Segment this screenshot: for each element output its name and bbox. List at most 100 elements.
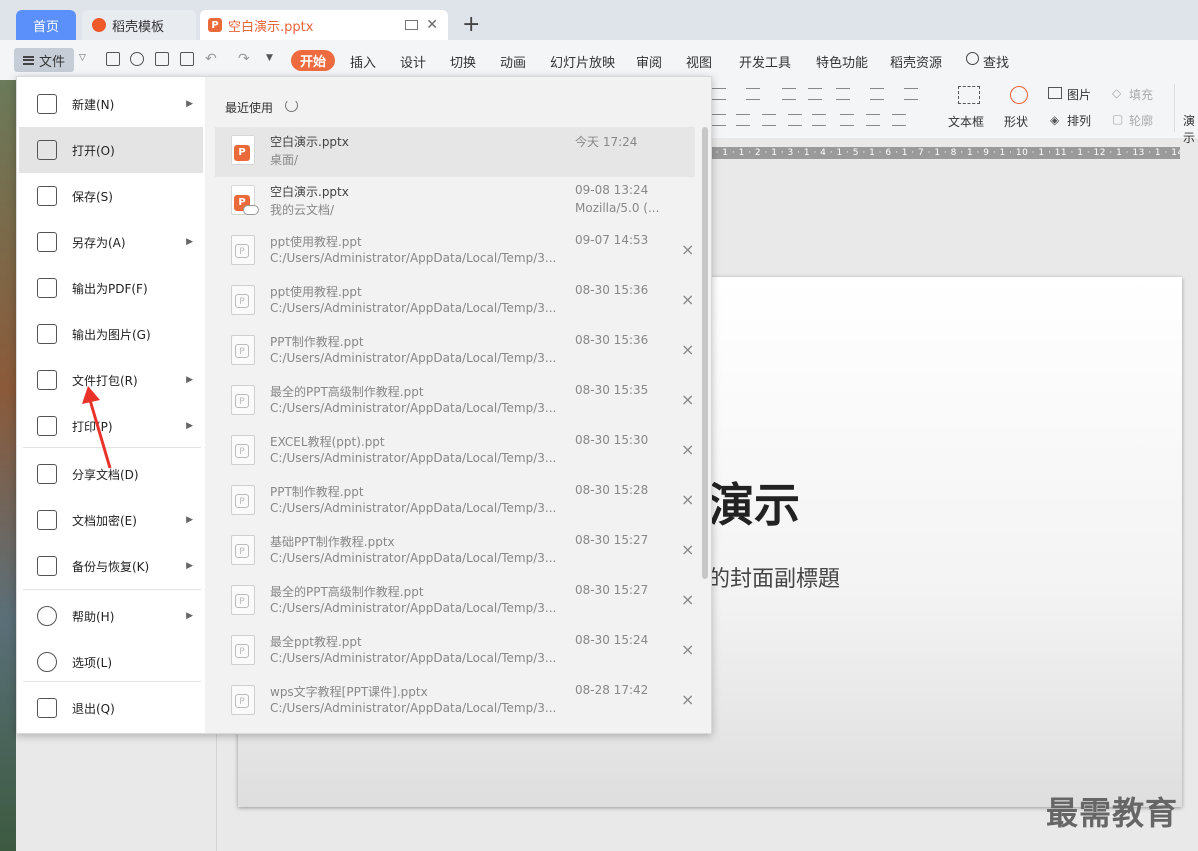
remove-recent-icon[interactable]: × [681, 490, 694, 509]
remove-recent-icon[interactable]: × [681, 290, 694, 309]
export-icon[interactable] [130, 52, 144, 66]
file-menu-item[interactable]: 打开(O) [19, 127, 203, 173]
recent-file-row[interactable]: EXCEL教程(ppt).ppt C:/Users/Administrator/A… [215, 427, 695, 477]
customize-icon[interactable]: ▼ [266, 53, 273, 63]
arrange-label[interactable]: 排列 [1067, 112, 1091, 129]
remove-recent-icon[interactable]: × [681, 690, 694, 709]
remove-recent-icon[interactable]: × [681, 390, 694, 409]
tab-animation[interactable]: 动画 [500, 52, 526, 71]
tab-features[interactable]: 特色功能 [816, 52, 868, 71]
shape-label[interactable]: 形状 [1004, 113, 1028, 130]
file-menu-item[interactable]: 输出为PDF(F) [19, 265, 203, 311]
align-left-icon[interactable] [712, 114, 726, 126]
picture-label[interactable]: 图片 [1067, 86, 1091, 103]
refresh-icon[interactable] [285, 99, 298, 112]
justify-icon[interactable] [788, 114, 802, 126]
redo-icon[interactable]: ↷ [238, 51, 250, 67]
tab-transition[interactable]: 切换 [450, 52, 476, 71]
remove-recent-icon[interactable]: × [681, 590, 694, 609]
search-icon[interactable] [966, 52, 979, 65]
file-menu-item[interactable]: 退出(Q) [19, 685, 203, 731]
outline-label[interactable]: 轮廓 [1129, 112, 1153, 129]
recent-file-row[interactable]: ppt使用教程.ppt C:/Users/Administrator/AppDat… [215, 227, 695, 277]
bullets-icon[interactable] [712, 88, 726, 100]
align-center-icon[interactable] [736, 114, 750, 126]
scrollbar[interactable] [702, 127, 708, 579]
tab-document[interactable]: P 空白演示.pptx ✕ [200, 10, 448, 40]
chevron-down-icon[interactable]: ▽ [79, 53, 86, 63]
monitor-icon[interactable] [405, 20, 418, 30]
slide-subtitle[interactable]: 的封面副標題 [708, 561, 840, 593]
align-text-icon[interactable] [866, 114, 880, 126]
tab-insert[interactable]: 插入 [350, 52, 376, 71]
recent-file-row[interactable]: 基础PPT制作教程.pptx C:/Users/Administrator/App… [215, 527, 695, 577]
tab-developer[interactable]: 开发工具 [739, 52, 791, 71]
indent-icon[interactable] [808, 88, 822, 100]
file-menu-item-label: 新建(N) [72, 97, 115, 112]
print-icon[interactable] [155, 52, 169, 66]
recent-file-row[interactable]: 空白演示.pptx 桌面/今天 17:24 [215, 127, 695, 177]
file-menu-button[interactable]: 文件 [14, 48, 74, 72]
recent-file-row[interactable]: wps文字教程[PPT课件].pptx C:/Users/Administrato… [215, 677, 695, 727]
tab-design[interactable]: 设计 [400, 52, 426, 71]
recent-file-row[interactable]: PPT制作教程.ppt C:/Users/Administrator/AppDat… [215, 477, 695, 527]
tab-slideshow[interactable]: 幻灯片放映 [550, 52, 615, 71]
fill-label[interactable]: 填充 [1129, 86, 1153, 103]
background-strip [0, 80, 16, 851]
ribbon: 文本框 形状 图片 ◈ 排列 ◇ 填充 ▢ 轮廓 演示 [700, 80, 1198, 145]
tab-document-label: 空白演示.pptx [228, 19, 314, 35]
file-menu-item[interactable]: 保存(S) [19, 173, 203, 219]
shape-icon[interactable] [1010, 86, 1028, 104]
tab-start[interactable]: 开始 [291, 50, 335, 71]
remove-recent-icon[interactable]: × [681, 340, 694, 359]
file-menu-item[interactable]: 文档加密(E) ▶ [19, 497, 203, 543]
remove-recent-icon[interactable]: × [681, 640, 694, 659]
columns-icon[interactable] [870, 88, 884, 100]
outline-icon[interactable]: ▢ [1112, 112, 1123, 126]
recent-file-source: Mozilla/5.0 (... [575, 201, 660, 215]
remove-recent-icon[interactable]: × [681, 440, 694, 459]
file-menu-item[interactable]: 帮助(H) ▶ [19, 593, 203, 639]
outdent-icon[interactable] [782, 88, 796, 100]
recent-file-time: 08-30 15:27 [575, 583, 649, 597]
recent-file-row[interactable]: 空白演示.pptx 我的云文档/09-08 13:24 Mozilla/5.0 (.… [215, 177, 695, 227]
file-menu-item[interactable]: 另存为(A) ▶ [19, 219, 203, 265]
tab-template[interactable]: 稻壳模板 [82, 10, 196, 40]
distribute-icon[interactable] [812, 114, 826, 126]
tab-docer-resources[interactable]: 稻壳资源 [890, 52, 942, 71]
close-icon[interactable]: ✕ [426, 17, 438, 33]
remove-recent-icon[interactable]: × [681, 540, 694, 559]
file-menu-item[interactable]: 输出为图片(G) [19, 311, 203, 357]
recent-file-row[interactable]: ppt使用教程.ppt C:/Users/Administrator/AppDat… [215, 277, 695, 327]
text-direction-icon[interactable] [904, 88, 918, 100]
numbering-icon[interactable] [746, 88, 760, 100]
recent-file-row[interactable]: PPT制作教程.ppt C:/Users/Administrator/AppDat… [215, 327, 695, 377]
undo-icon[interactable]: ↶ [205, 51, 217, 67]
file-menu-item[interactable]: 新建(N) ▶ [19, 81, 203, 127]
fill-icon[interactable]: ◇ [1112, 86, 1121, 100]
chevron-right-icon: ▶ [186, 237, 193, 247]
recent-file-row[interactable]: 最全的PPT高级制作教程.ppt C:/Users/Administrator/A… [215, 577, 695, 627]
presentation-tools-label[interactable]: 演示 [1183, 112, 1198, 146]
file-menu-item[interactable]: 备份与恢复(K) ▶ [19, 543, 203, 589]
tab-search[interactable]: 查找 [983, 52, 1009, 71]
textbox-label[interactable]: 文本框 [948, 113, 984, 130]
tab-view[interactable]: 视图 [686, 52, 712, 71]
file-menu-item[interactable]: 选项(L) [19, 639, 203, 685]
textbox-icon[interactable] [958, 86, 980, 104]
save-icon[interactable] [106, 52, 120, 66]
tab-home[interactable]: 首页 [16, 10, 76, 40]
para-spacing-icon[interactable] [840, 114, 854, 126]
tab-review[interactable]: 审阅 [636, 52, 662, 71]
line-spacing-icon[interactable] [836, 88, 850, 100]
slide-title[interactable]: 演示 [708, 469, 800, 535]
new-tab-button[interactable]: + [462, 12, 480, 37]
remove-recent-icon[interactable]: × [681, 240, 694, 259]
recent-file-row[interactable]: 最全的PPT高级制作教程.ppt C:/Users/Administrator/A… [215, 377, 695, 427]
align-right-icon[interactable] [762, 114, 776, 126]
recent-file-row[interactable]: 最全ppt教程.ppt C:/Users/Administrator/AppDat… [215, 627, 695, 677]
smartart-icon[interactable] [892, 114, 906, 126]
picture-icon[interactable] [1048, 87, 1062, 99]
arrange-icon[interactable]: ◈ [1050, 113, 1059, 127]
preview-icon[interactable] [180, 52, 194, 66]
